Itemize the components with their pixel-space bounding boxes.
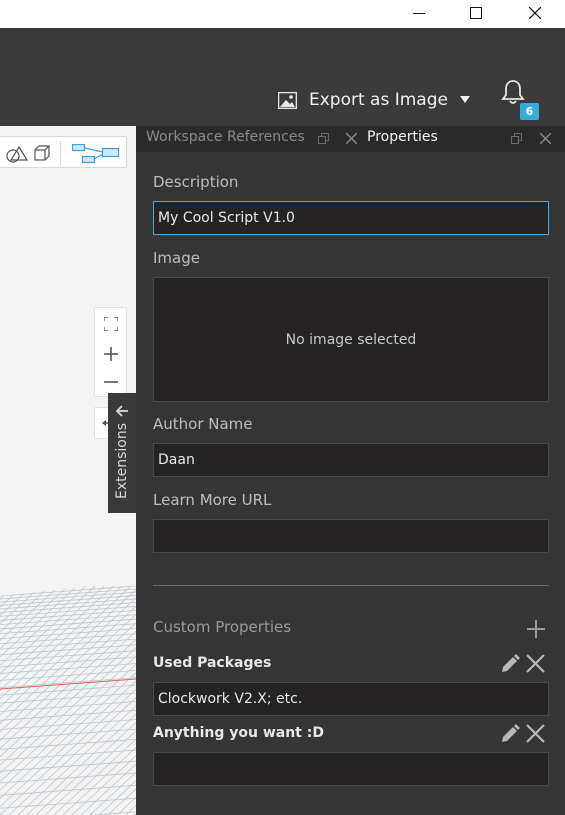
minus-icon [103, 381, 118, 383]
custom-property-name: Used Packages [153, 655, 272, 671]
extensions-toggle[interactable]: Extensions [108, 393, 136, 513]
section-divider [153, 585, 549, 586]
learn-more-url-label: Learn More URL [153, 491, 272, 509]
fit-view-icon [103, 317, 118, 331]
image-icon [278, 91, 297, 109]
graph-view-icon[interactable] [72, 144, 120, 164]
description-field[interactable]: My Cool Script V1.0 [153, 201, 549, 235]
window-titlebar [0, 0, 565, 28]
image-dropzone[interactable]: No image selected [153, 277, 549, 402]
image-placeholder: No image selected [285, 331, 417, 348]
delete-icon[interactable] [526, 654, 545, 673]
panel-tabbar: Workspace References Properties [136, 126, 565, 152]
export-label: Export as Image [309, 90, 448, 110]
author-name-field[interactable]: Daan [153, 443, 549, 477]
app-window: Export as Image 6 Extensions Workspace R… [0, 0, 565, 815]
caret-down-icon [459, 96, 470, 103]
zoom-in-button[interactable] [95, 340, 126, 368]
toggle-divider [60, 141, 61, 165]
plus-icon [103, 347, 118, 361]
maximize-icon [470, 7, 482, 19]
custom-property-value[interactable] [153, 752, 549, 786]
close-icon [529, 7, 541, 19]
notification-badge: 6 [520, 103, 539, 120]
view-toggle [0, 136, 127, 168]
minimize-icon [413, 13, 425, 14]
undock-icon[interactable] [511, 133, 522, 144]
close-tab-icon[interactable] [540, 133, 551, 144]
tab-properties[interactable]: Properties [367, 129, 438, 145]
zoom-to-fit-button[interactable] [95, 310, 126, 338]
maximize-button[interactable] [454, 0, 498, 26]
author-name-label: Author Name [153, 415, 253, 433]
learn-more-url-field[interactable] [153, 519, 549, 553]
description-label: Description [153, 173, 239, 191]
properties-panel: Workspace References Properties Descript… [136, 126, 565, 815]
tab-workspace-references[interactable]: Workspace References [146, 129, 305, 145]
export-as-image-button[interactable]: Export as Image [278, 88, 470, 112]
close-tab-icon[interactable] [346, 133, 357, 144]
custom-property-value[interactable]: Clockwork V2.X; etc. [153, 682, 549, 716]
undock-icon[interactable] [318, 133, 329, 144]
add-property-icon[interactable] [527, 620, 545, 638]
delete-icon[interactable] [526, 724, 545, 743]
custom-property-name: Anything you want :D [153, 725, 324, 741]
geometry-view-icon[interactable] [4, 143, 52, 163]
custom-properties-label: Custom Properties [153, 618, 292, 636]
zoom-controls [94, 307, 127, 397]
extensions-label: Extensions [114, 422, 130, 500]
image-label: Image [153, 249, 200, 267]
edit-pencil-icon[interactable] [500, 654, 520, 674]
arrow-left-icon [115, 405, 128, 417]
zoom-out-button[interactable] [95, 368, 126, 396]
minimize-button[interactable] [397, 0, 441, 26]
close-window-button[interactable] [513, 0, 557, 26]
edit-pencil-icon[interactable] [500, 724, 520, 744]
